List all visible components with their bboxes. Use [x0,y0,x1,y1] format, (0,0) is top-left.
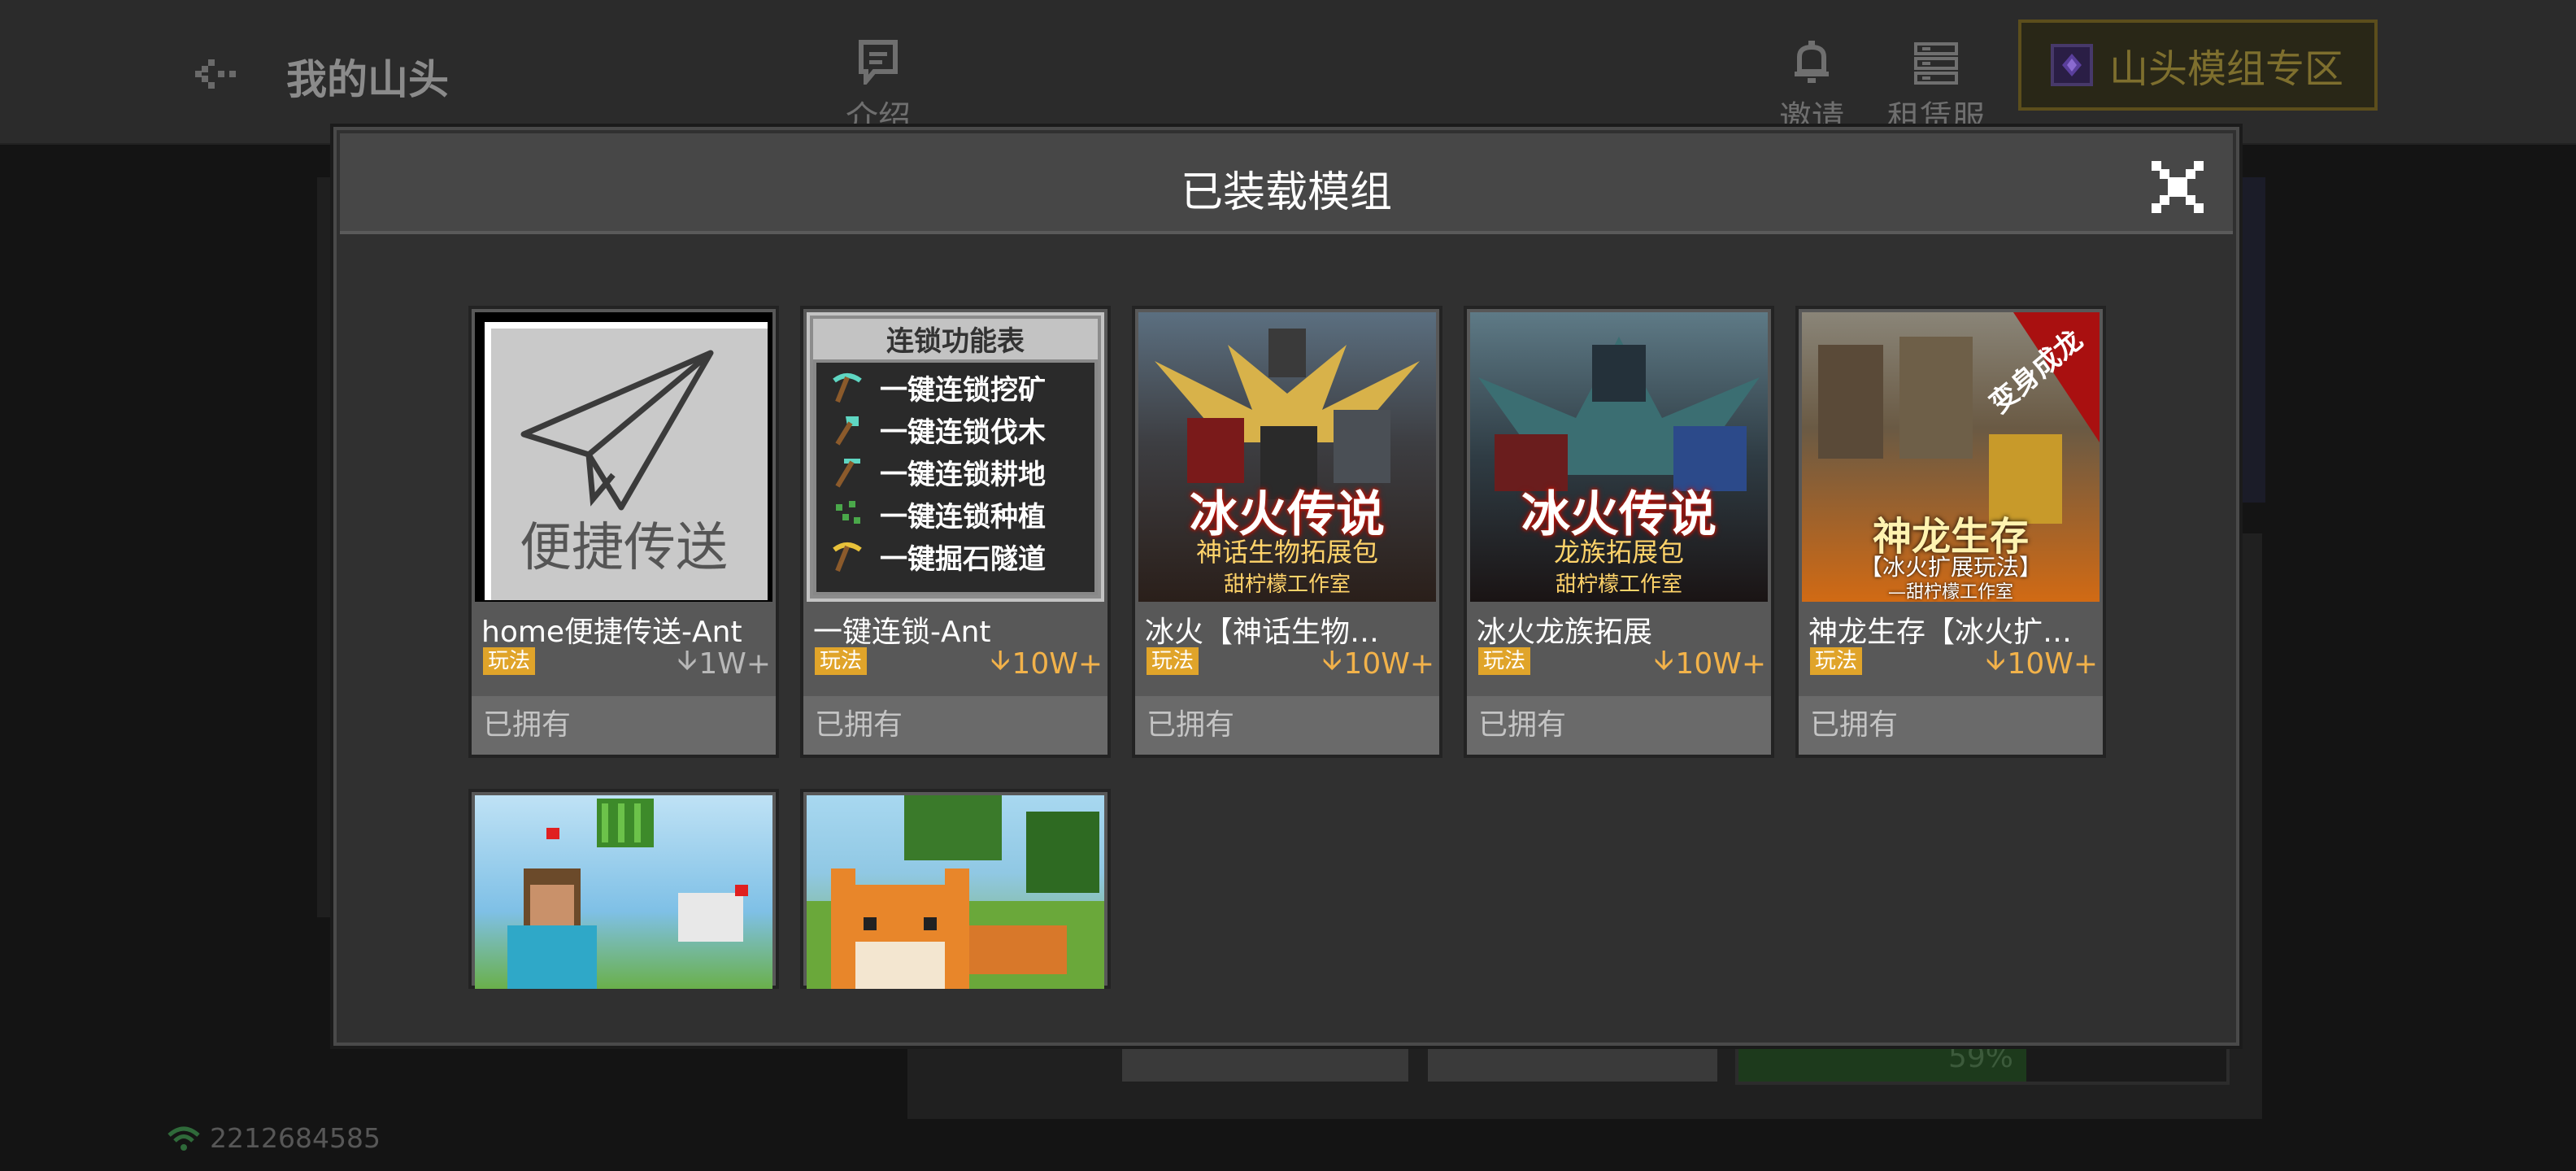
wifi-icon [168,1126,200,1151]
thumb-text: 便捷传送 [520,518,728,578]
mod-card[interactable] [468,789,779,989]
top-bar: 我的山头 介绍 邀请 租赁服 山头模组专区 [0,0,2576,145]
progress-text: 59% [1948,1041,2014,1074]
steve-art [507,799,748,989]
hoe-icon [835,459,860,488]
close-button[interactable] [2152,161,2204,213]
network-status: 2212684585 [168,1122,381,1154]
mod-card[interactable]: 变身成龙 神龙生存 【冰火扩展玩法】 —甜柠檬工作室 神龙生存【冰火扩… 玩法 … [1795,306,2106,758]
server-icon [1914,42,1958,85]
mod-thumbnail: 冰火传说 龙族拓展包 甜柠檬工作室 [1470,312,1768,602]
mod-card[interactable]: 冰火传说 龙族拓展包 甜柠檬工作室 冰火龙族拓展 玩法 🡫 10W+ 已拥有 [1464,306,1774,758]
owned-status: 已拥有 [1135,696,1439,755]
mod-zone-label: 山头模组专区 [2109,46,2344,92]
mod-thumbnail [807,795,1104,989]
intro-button[interactable]: 介绍 [825,33,931,138]
thumb-row: 一键连锁耕地 [816,451,1091,493]
download-arrow-icon: 🡫 [1986,644,2006,677]
thumb-row: 一键连锁挖矿 [816,366,1091,408]
gem-icon [2051,44,2093,86]
rental-server-button[interactable]: 租赁服 [1883,33,1989,138]
thumb-subtitle: 龙族拓展包 [1553,537,1684,568]
thumb-studio: 甜柠檬工作室 [1223,572,1351,597]
category-tag: 玩法 [1810,647,1863,675]
thumb-studio: 甜柠檬工作室 [1555,572,1682,597]
background-progress-bar: 59% [1735,1039,2230,1085]
pickaxe-icon [833,373,862,403]
mod-thumbnail [475,795,772,989]
back-button[interactable] [187,46,252,102]
category-tag: 玩法 [1147,647,1199,675]
download-count: 🡫 10W+ [1986,641,2098,687]
installed-mods-dialog: 已装载模组 便捷传送 home便捷传送-Ant 玩法 🡫 1W+ 已拥有 连锁功… [333,127,2239,1046]
page-title: 我的山头 [286,56,449,103]
download-count: 🡫 10W+ [1654,641,1766,687]
user-id: 2212684585 [210,1122,381,1154]
owned-status: 已拥有 [803,696,1107,755]
thumb-title: 连锁功能表 [886,325,1025,358]
fox-art [807,795,1104,989]
invite-button[interactable]: 邀请 [1759,33,1865,138]
download-count: 🡫 10W+ [1322,641,1434,687]
close-icon [2152,161,2204,213]
owned-status: 已拥有 [1799,696,2103,755]
thumb-row: 一键连锁伐木 [816,408,1091,451]
gold-pickaxe-icon [833,542,862,572]
mod-card[interactable] [800,789,1111,989]
axe-icon [835,416,859,446]
download-count: 🡫 1W+ [677,641,771,687]
mod-card[interactable]: 便捷传送 home便捷传送-Ant 玩法 🡫 1W+ 已拥有 [468,306,779,758]
back-arrow-icon [195,59,236,89]
background-button [1122,1041,1408,1082]
category-tag: 玩法 [483,647,536,675]
download-arrow-icon: 🡫 [677,644,698,677]
category-tag: 玩法 [1478,647,1531,675]
thumb-row: 一键掘石隧道 [816,535,1091,577]
thumb-subtitle: 神话生物拓展包 [1195,537,1378,568]
dialog-title: 已装载模组 [1180,168,1392,217]
download-count: 🡫 10W+ [990,641,1103,687]
seeds-icon [836,501,860,524]
category-tag: 玩法 [815,647,868,675]
mod-card[interactable]: 连锁功能表 一键连锁挖矿 一键连锁伐木 一键连锁耕地 一键连锁种植 一键掘石隧道 [800,306,1111,758]
mod-thumbnail: 便捷传送 [475,312,772,602]
background-button [1428,1041,1717,1082]
dialog-header: 已装载模组 [340,133,2233,234]
mod-card[interactable]: 冰火传说 神话生物拓展包 甜柠檬工作室 冰火【神话生物… 玩法 🡫 10W+ 已拥… [1132,306,1442,758]
bell-icon [1795,41,1829,83]
thumb-row: 一键连锁种植 [816,493,1091,535]
mod-thumbnail: 连锁功能表 一键连锁挖矿 一键连锁伐木 一键连锁耕地 一键连锁种植 一键掘石隧道 [807,312,1104,602]
mod-zone-button[interactable]: 山头模组专区 [2018,20,2378,111]
owned-status: 已拥有 [1467,696,1771,755]
mod-thumbnail: 变身成龙 神龙生存 【冰火扩展玩法】 —甜柠檬工作室 [1802,312,2100,602]
mod-thumbnail: 冰火传说 神话生物拓展包 甜柠檬工作室 [1138,312,1436,602]
download-arrow-icon: 🡫 [990,644,1011,677]
download-arrow-icon: 🡫 [1322,644,1342,677]
intro-icon [859,40,898,85]
thumb-studio: —甜柠檬工作室 [1887,582,2013,602]
download-arrow-icon: 🡫 [1654,644,1674,677]
owned-status: 已拥有 [472,696,776,755]
